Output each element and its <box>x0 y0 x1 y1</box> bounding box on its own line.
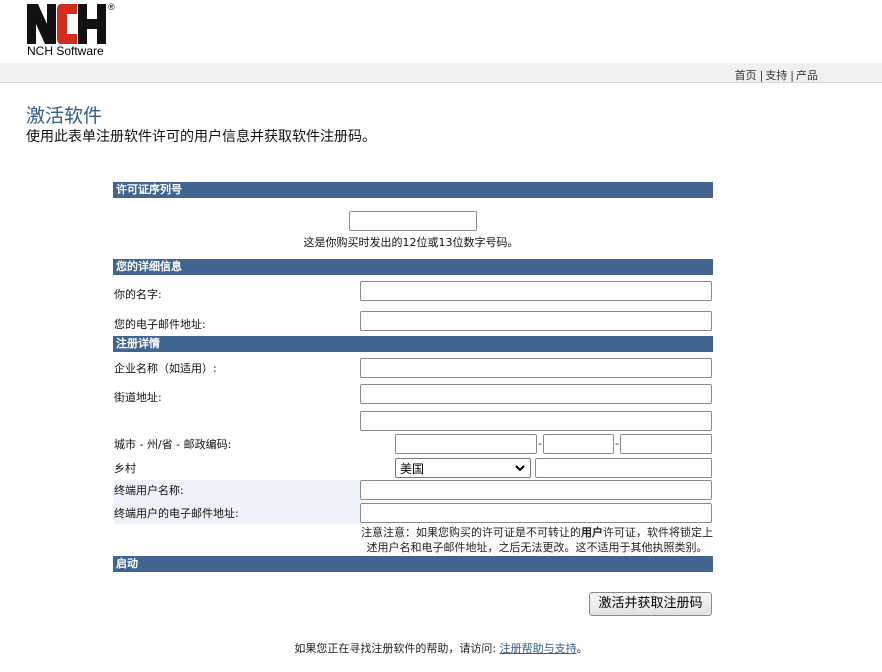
street-input-line1[interactable] <box>360 384 712 404</box>
city-input[interactable] <box>395 434 537 454</box>
country-label: 乡村 <box>114 462 136 475</box>
license-serial-input[interactable] <box>349 211 477 231</box>
chevron-down-icon <box>515 465 525 472</box>
email-label: 您的电子邮件地址: <box>114 318 206 331</box>
dash-separator: - <box>538 437 542 450</box>
name-label: 你的名字: <box>114 288 162 301</box>
country-select[interactable]: 美国 <box>395 458 531 478</box>
country-extra-input[interactable] <box>535 458 712 478</box>
top-nav: 首页 | 支持 | 产品 <box>735 67 818 83</box>
street-label: 街道地址: <box>114 391 162 404</box>
activate-button[interactable]: 激活并获取注册码 <box>589 592 712 616</box>
name-input[interactable] <box>360 281 712 301</box>
city-state-zip-label: 城市 - 州/省 - 邮政编码: <box>114 438 232 451</box>
registered-mark: ® <box>108 2 115 12</box>
nav-support-link[interactable]: 支持 <box>765 69 787 82</box>
nav-products-link[interactable]: 产品 <box>796 69 818 82</box>
section-header-activate: 启动 <box>113 556 713 572</box>
street-input-line2[interactable] <box>360 411 712 431</box>
registration-help-link[interactable]: 注册帮助与支持 <box>500 642 577 655</box>
company-label: 企业名称（如适用）: <box>114 362 217 375</box>
enduser-note: 注意注意：如果您购买的许可证是不可转让的用户许可证，软件将锁定上述用户名和电子邮… <box>361 526 713 554</box>
state-input[interactable] <box>543 434 614 454</box>
enduser-name-label: 终端用户名称: <box>114 484 184 497</box>
nav-separator: | <box>759 69 764 82</box>
section-header-details: 您的详细信息 <box>113 259 713 275</box>
zip-input[interactable] <box>620 434 712 454</box>
dash-separator: - <box>615 437 619 450</box>
nav-home-link[interactable]: 首页 <box>735 69 757 82</box>
enduser-name-input[interactable] <box>360 480 712 500</box>
enduser-email-input[interactable] <box>360 503 712 523</box>
nav-separator: | <box>790 69 794 82</box>
company-input[interactable] <box>360 358 712 378</box>
logo-subtitle: NCH Software <box>27 44 104 58</box>
footer-help: 如果您正在寻找注册软件的帮助，请访问: 注册帮助与支持。 <box>294 642 588 655</box>
email-input[interactable] <box>360 311 712 331</box>
country-selected-value: 美国 <box>400 462 425 476</box>
license-hint: 这是你购买时发出的12位或13位数字号码。 <box>303 236 519 249</box>
nch-logo-mark <box>27 4 106 44</box>
page-subtitle: 使用此表单注册软件许可的用户信息并获取软件注册码。 <box>26 129 376 145</box>
page-title: 激活软件 <box>26 105 103 127</box>
section-header-registration: 注册详情 <box>113 336 713 352</box>
enduser-email-label: 终端用户的电子邮件地址: <box>114 507 239 520</box>
section-header-license: 许可证序列号 <box>113 182 713 198</box>
